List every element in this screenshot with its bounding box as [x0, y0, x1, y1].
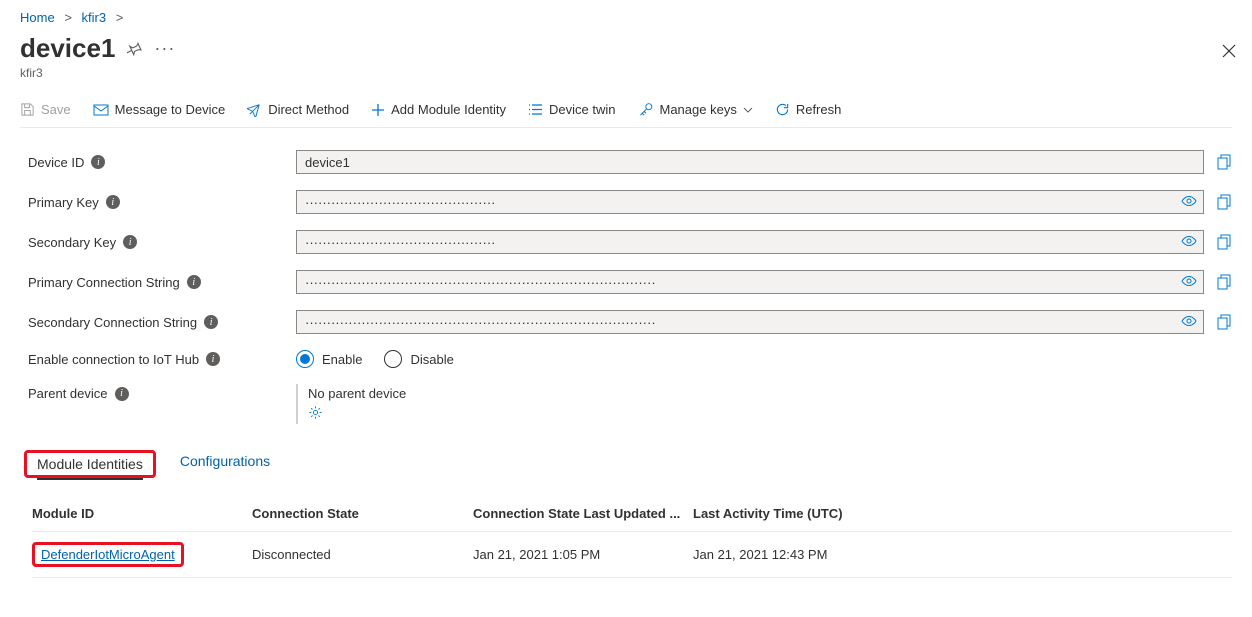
copy-icon[interactable] — [1214, 234, 1232, 250]
info-icon[interactable]: i — [106, 195, 120, 209]
table-header: Module ID Connection State Connection St… — [32, 496, 1232, 532]
module-identities-table: Module ID Connection State Connection St… — [20, 496, 1232, 578]
refresh-button[interactable]: Refresh — [775, 102, 842, 117]
save-label: Save — [41, 102, 71, 117]
info-icon[interactable]: i — [206, 352, 220, 366]
highlight-annotation: Module Identities — [24, 450, 156, 478]
enable-radio[interactable]: Enable — [296, 350, 362, 368]
plus-icon — [371, 103, 385, 117]
chevron-down-icon — [743, 105, 753, 115]
primary-key-field: ········································… — [296, 190, 1204, 214]
device-id-value: device1 — [305, 155, 350, 170]
pin-icon[interactable] — [127, 41, 142, 56]
tab-module-identities[interactable]: Module Identities — [37, 456, 143, 480]
col-conn-state: Connection State — [252, 506, 473, 521]
direct-method-icon — [247, 102, 262, 117]
save-icon — [20, 102, 35, 117]
list-icon — [528, 103, 543, 116]
device-id-field: device1 — [296, 150, 1204, 174]
info-icon[interactable]: i — [204, 315, 218, 329]
secondary-key-field: ········································… — [296, 230, 1204, 254]
col-module-id: Module ID — [32, 506, 252, 521]
manage-keys-button[interactable]: Manage keys — [638, 102, 753, 117]
secondary-key-label: Secondary Key — [28, 235, 116, 250]
enable-conn-label: Enable connection to IoT Hub — [28, 352, 199, 367]
primary-conn-field: ········································… — [296, 270, 1204, 294]
copy-icon[interactable] — [1214, 194, 1232, 210]
info-icon[interactable]: i — [91, 155, 105, 169]
toolbar: Save Message to Device Direct Method Add… — [20, 94, 1232, 128]
add-module-button[interactable]: Add Module Identity — [371, 102, 506, 117]
highlight-annotation: DefenderIotMicroAgent — [32, 542, 184, 567]
radio-icon — [384, 350, 402, 368]
module-id-link[interactable]: DefenderIotMicroAgent — [41, 547, 175, 562]
direct-method-button[interactable]: Direct Method — [247, 102, 349, 117]
eye-icon[interactable] — [1181, 234, 1197, 248]
row-last-activity: Jan 21, 2021 12:43 PM — [693, 547, 1232, 562]
row-conn-state: Disconnected — [252, 547, 473, 562]
tab-configurations[interactable]: Configurations — [180, 453, 270, 475]
primary-key-value: ········································… — [305, 195, 495, 210]
secondary-conn-label: Secondary Connection String — [28, 315, 197, 330]
message-button[interactable]: Message to Device — [93, 102, 226, 117]
save-button: Save — [20, 102, 71, 117]
col-conn-updated: Connection State Last Updated ... — [473, 506, 693, 521]
primary-conn-label: Primary Connection String — [28, 275, 180, 290]
add-module-label: Add Module Identity — [391, 102, 506, 117]
refresh-label: Refresh — [796, 102, 842, 117]
breadcrumb-parent[interactable]: kfir3 — [82, 10, 107, 25]
breadcrumb: Home > kfir3 > — [20, 8, 1232, 33]
device-id-label: Device ID — [28, 155, 84, 170]
more-icon[interactable]: ··· — [154, 38, 175, 59]
eye-icon[interactable] — [1181, 314, 1197, 328]
radio-icon — [296, 350, 314, 368]
disable-radio-label: Disable — [410, 352, 453, 367]
message-label: Message to Device — [115, 102, 226, 117]
info-icon[interactable]: i — [123, 235, 137, 249]
row-conn-updated: Jan 21, 2021 1:05 PM — [473, 547, 693, 562]
chevron-right-icon: > — [116, 10, 124, 25]
disable-radio[interactable]: Disable — [384, 350, 453, 368]
copy-icon[interactable] — [1214, 154, 1232, 170]
table-row: DefenderIotMicroAgent Disconnected Jan 2… — [32, 532, 1232, 578]
device-twin-button[interactable]: Device twin — [528, 102, 615, 117]
parent-device-label: Parent device — [28, 386, 108, 401]
breadcrumb-home[interactable]: Home — [20, 10, 55, 25]
primary-key-label: Primary Key — [28, 195, 99, 210]
page-subtitle: kfir3 — [20, 66, 1232, 80]
no-parent-text: No parent device — [308, 386, 406, 401]
page-title: device1 — [20, 33, 115, 64]
info-icon[interactable]: i — [187, 275, 201, 289]
mail-icon — [93, 103, 109, 117]
primary-conn-value: ········································… — [305, 275, 656, 290]
eye-icon[interactable] — [1181, 274, 1197, 288]
copy-icon[interactable] — [1214, 274, 1232, 290]
secondary-conn-value: ········································… — [305, 315, 656, 330]
manage-keys-label: Manage keys — [660, 102, 737, 117]
gear-icon[interactable] — [308, 405, 406, 420]
secondary-key-value: ········································… — [305, 235, 495, 250]
copy-icon[interactable] — [1214, 314, 1232, 330]
direct-method-label: Direct Method — [268, 102, 349, 117]
secondary-conn-field: ········································… — [296, 310, 1204, 334]
key-icon — [638, 102, 654, 117]
close-icon[interactable] — [1222, 44, 1236, 58]
device-twin-label: Device twin — [549, 102, 615, 117]
chevron-right-icon: > — [64, 10, 72, 25]
refresh-icon — [775, 102, 790, 117]
col-last-activity: Last Activity Time (UTC) — [693, 506, 1232, 521]
eye-icon[interactable] — [1181, 194, 1197, 208]
info-icon[interactable]: i — [115, 387, 129, 401]
enable-radio-label: Enable — [322, 352, 362, 367]
